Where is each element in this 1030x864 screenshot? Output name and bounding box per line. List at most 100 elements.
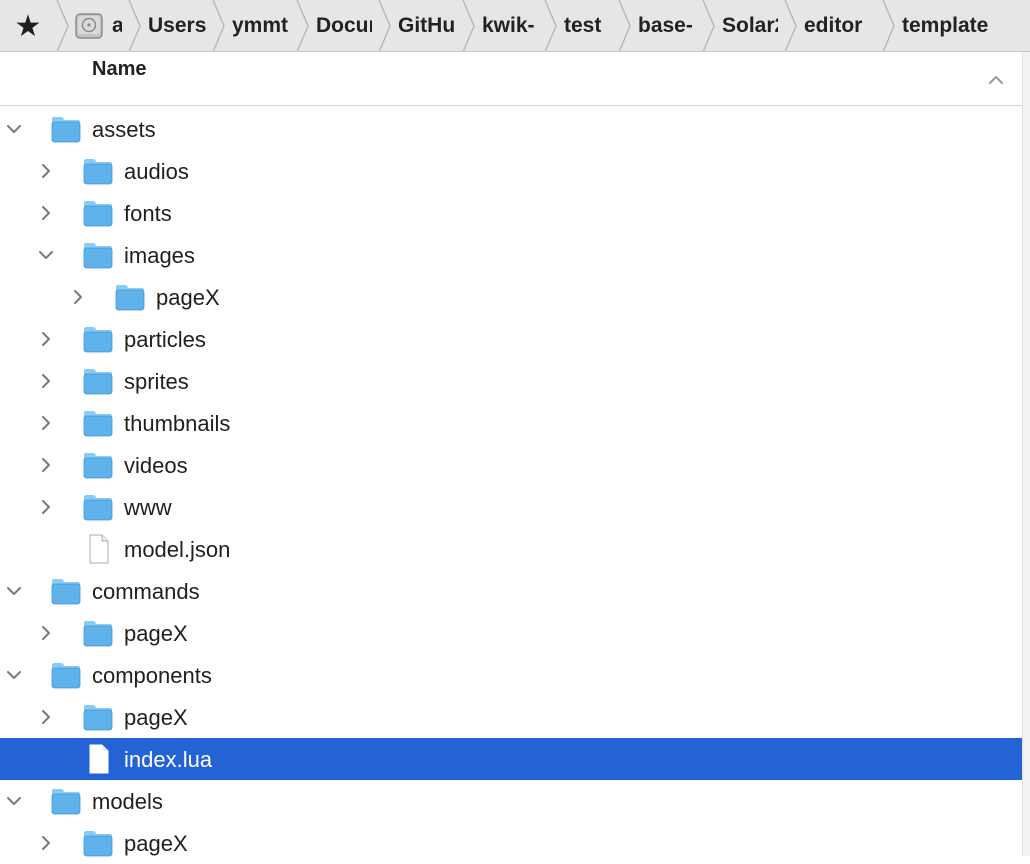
item-name: pageX [156,285,220,310]
breadcrumb-item[interactable]: template [882,0,1000,51]
folder-row[interactable]: sprites [0,360,1024,402]
disclosure-collapsed-chevron-icon[interactable] [34,832,58,854]
item-name: pageX [124,831,188,856]
breadcrumb-item[interactable]: Docur [296,0,378,51]
breadcrumb-separator-icon [56,0,69,51]
disclosure-collapsed-chevron-icon[interactable] [34,706,58,728]
disclosure-expanded-chevron-icon[interactable] [34,244,58,266]
disclosure-collapsed-chevron-icon[interactable] [34,328,58,350]
breadcrumb-label: editor [804,14,863,37]
breadcrumb-item[interactable]: editor [784,0,882,51]
disclosure-collapsed-chevron-icon[interactable] [34,202,58,224]
folder-icon [82,366,114,396]
breadcrumb-separator-icon [702,0,715,51]
item-name: particles [124,327,206,352]
disclosure-collapsed-chevron-icon[interactable] [34,412,58,434]
folder-row[interactable]: assets [0,108,1024,150]
folder-row[interactable]: www [0,486,1024,528]
document-icon [82,744,114,774]
folder-row[interactable]: audios [0,150,1024,192]
sort-ascending-chevron-icon[interactable] [986,70,1006,90]
breadcrumb-label: template [902,14,989,37]
folder-icon [82,702,114,732]
folder-row[interactable]: components [0,654,1024,696]
breadcrumb-separator-icon [784,0,797,51]
folder-icon [50,576,82,606]
favorites-star-icon[interactable]: ★ [0,0,56,51]
breadcrumb-item[interactable]: kwik- [462,0,544,51]
breadcrumb-item[interactable]: GitHu [378,0,462,51]
disclosure-expanded-chevron-icon[interactable] [2,580,26,602]
breadcrumb-label: ap [112,14,122,38]
disclosure-expanded-chevron-icon[interactable] [2,790,26,812]
file-row[interactable]: index.lua [0,738,1024,780]
folder-icon [82,240,114,270]
disclosure-expanded-chevron-icon[interactable] [2,664,26,686]
item-name: pageX [124,621,188,646]
folder-row[interactable]: videos [0,444,1024,486]
breadcrumb-label: test [564,14,602,37]
folder-icon [50,114,82,144]
folder-row[interactable]: pageX [0,822,1024,864]
folder-icon [82,198,114,228]
breadcrumb-separator-icon [378,0,391,51]
breadcrumb-separator-icon [882,0,895,51]
file-row[interactable]: model.json [0,528,1024,570]
item-name: images [124,243,195,268]
disclosure-collapsed-chevron-icon[interactable] [34,622,58,644]
item-name: model.json [124,537,231,562]
scrollbar-track[interactable] [1022,52,1030,856]
breadcrumb-label: kwik- [482,14,535,37]
item-name: videos [124,453,188,478]
folder-icon [50,786,82,816]
breadcrumb-item[interactable]: test [544,0,618,51]
column-header: Name [0,52,1022,106]
item-name: assets [92,117,156,142]
disclosure-collapsed-chevron-icon[interactable] [34,454,58,476]
item-name: sprites [124,369,189,394]
item-name: thumbnails [124,411,231,436]
breadcrumb-separator-icon [212,0,225,51]
folder-icon [114,282,146,312]
folder-icon [82,618,114,648]
breadcrumb-item[interactable]: base- [618,0,702,51]
breadcrumb-separator-icon [296,0,309,51]
disclosure-collapsed-chevron-icon[interactable] [34,370,58,392]
folder-row[interactable]: pageX [0,696,1024,738]
hard-disk-icon [75,13,103,39]
breadcrumb-item[interactable]: Solar2 [702,0,784,51]
breadcrumb-separator-icon [128,0,141,51]
folder-icon [82,492,114,522]
folder-icon [82,156,114,186]
item-name: fonts [124,201,172,226]
breadcrumb: ap Users ymmt Docur GitHu kwik-test base- Solar… [56,0,1000,51]
breadcrumb-label: Docur [316,14,372,37]
disclosure-collapsed-chevron-icon[interactable] [34,160,58,182]
breadcrumb-item[interactable]: ymmt [212,0,296,51]
disclosure-collapsed-chevron-icon[interactable] [34,496,58,518]
folder-icon [82,324,114,354]
disclosure-collapsed-chevron-icon[interactable] [66,286,90,308]
file-tree-list: assets audios fonts images pageX particles spr… [0,108,1024,864]
folder-row[interactable]: images [0,234,1024,276]
folder-row[interactable]: pageX [0,276,1024,318]
path-bar: ★ ap Users ymmt Docur GitHu kwik-test base- Sol… [0,0,1030,52]
folder-row[interactable]: thumbnails [0,402,1024,444]
disclosure-expanded-chevron-icon[interactable] [2,118,26,140]
folder-icon [82,450,114,480]
breadcrumb-separator-icon [544,0,557,51]
breadcrumb-item[interactable]: ap [56,0,128,51]
folder-row[interactable]: particles [0,318,1024,360]
breadcrumb-label: GitHu [398,14,456,37]
breadcrumb-item[interactable]: Users [128,0,212,51]
folder-row[interactable]: models [0,780,1024,822]
item-name: components [92,663,212,688]
folder-row[interactable]: commands [0,570,1024,612]
breadcrumb-label: Users [148,14,206,37]
item-name: pageX [124,705,188,730]
breadcrumb-separator-icon [618,0,631,51]
folder-row[interactable]: pageX [0,612,1024,654]
folder-row[interactable]: fonts [0,192,1024,234]
name-column-header[interactable]: Name [92,58,146,81]
breadcrumb-label: Solar2 [722,14,778,37]
